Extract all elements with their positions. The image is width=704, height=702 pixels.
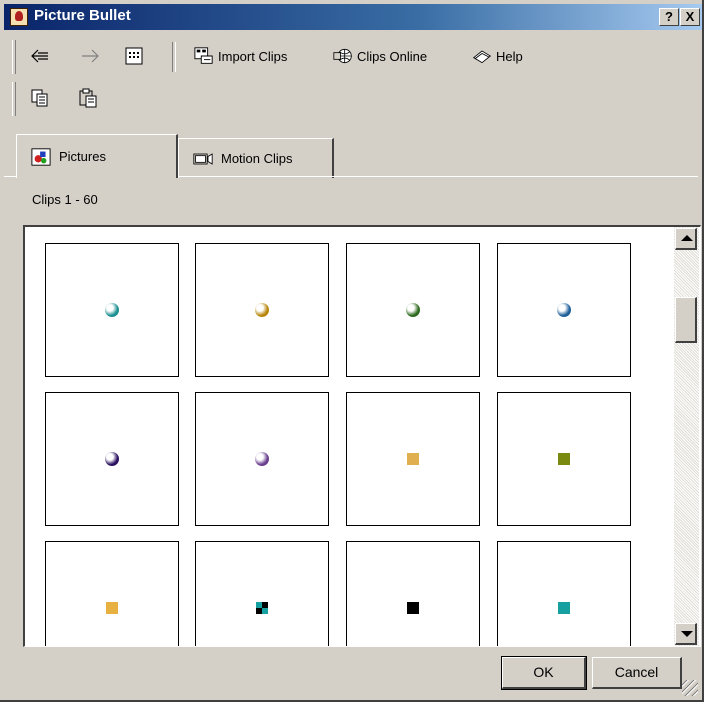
title-bar: Picture Bullet ? X [4, 4, 702, 30]
help-book-icon [472, 47, 492, 65]
square-bullet-icon [407, 453, 419, 465]
toolbar-grip[interactable] [12, 40, 16, 74]
window-title: Picture Bullet [34, 7, 131, 24]
back-arrow-icon [30, 47, 50, 65]
resize-grip[interactable] [682, 680, 698, 696]
square-bullet-icon [407, 602, 419, 614]
square-bullet-icon [106, 602, 118, 614]
cancel-button[interactable]: Cancel [592, 657, 682, 689]
ball-bullet-icon [255, 303, 269, 317]
clips-online-label: Clips Online [357, 48, 428, 64]
square-bullet-icon [558, 453, 570, 465]
help-label: Help [496, 48, 523, 64]
import-clips-button[interactable]: Import Clips [194, 42, 287, 70]
toolbar-separator [172, 42, 176, 72]
scroll-thumb[interactable] [675, 297, 697, 343]
clip-tile[interactable] [497, 392, 631, 526]
ball-bullet-icon [105, 452, 119, 466]
clip-tile[interactable] [346, 243, 480, 377]
back-button[interactable] [30, 42, 50, 70]
clip-gallery[interactable] [23, 225, 701, 647]
help-title-button[interactable]: ? [659, 8, 679, 26]
clip-tile[interactable] [45, 392, 179, 526]
tab-motion-clips-label: Motion Clips [221, 151, 293, 166]
clip-tile[interactable] [195, 392, 329, 526]
import-clips-icon [194, 47, 214, 65]
toolbar-main: Import Clips Clips Online Help [8, 38, 698, 74]
tab-pictures-label: Pictures [59, 149, 106, 164]
clips-range-label: Clips 1 - 60 [32, 192, 98, 207]
paste-button[interactable] [78, 84, 98, 112]
ball-bullet-icon [105, 303, 119, 317]
app-icon [10, 8, 28, 26]
copy-button[interactable] [30, 84, 50, 112]
clips-online-icon [333, 47, 353, 65]
paste-icon [78, 88, 98, 108]
forward-arrow-icon [80, 47, 100, 65]
ok-button[interactable]: OK [501, 656, 587, 690]
square-bullet-icon [558, 602, 570, 614]
import-clips-label: Import Clips [218, 48, 288, 64]
clip-tile[interactable] [497, 243, 631, 377]
clip-tile[interactable] [195, 243, 329, 377]
ball-bullet-icon [406, 303, 420, 317]
clip-tile[interactable] [346, 392, 480, 526]
forward-button[interactable] [80, 42, 100, 70]
clip-tile[interactable] [45, 541, 179, 646]
clip-tile[interactable] [497, 541, 631, 646]
toolbar-grip[interactable] [12, 82, 16, 116]
scroll-down-button[interactable] [675, 623, 697, 645]
view-all-button[interactable] [124, 42, 144, 70]
motion-clips-icon [193, 150, 213, 168]
tab-pictures[interactable]: Pictures [16, 134, 178, 178]
tab-motion-clips[interactable]: Motion Clips [178, 138, 334, 178]
tab-strip: Pictures Motion Clips [12, 132, 692, 178]
checker-bullet-icon [256, 602, 268, 614]
close-button[interactable]: X [680, 8, 700, 26]
pictures-icon [31, 147, 51, 166]
ball-bullet-icon [557, 303, 571, 317]
clip-tile[interactable] [45, 243, 179, 377]
toolbar-edit [8, 80, 128, 116]
grid-view-icon [124, 47, 144, 65]
vertical-scrollbar[interactable] [674, 227, 699, 646]
help-button[interactable]: Help [472, 42, 523, 70]
copy-icon [30, 89, 50, 107]
scroll-up-button[interactable] [675, 228, 697, 250]
clips-online-button[interactable]: Clips Online [333, 42, 427, 70]
ball-bullet-icon [255, 452, 269, 466]
clip-tile[interactable] [346, 541, 480, 646]
clip-tile[interactable] [195, 541, 329, 646]
picture-bullet-dialog: Picture Bullet ? X Import Clips Clips On… [0, 0, 704, 702]
